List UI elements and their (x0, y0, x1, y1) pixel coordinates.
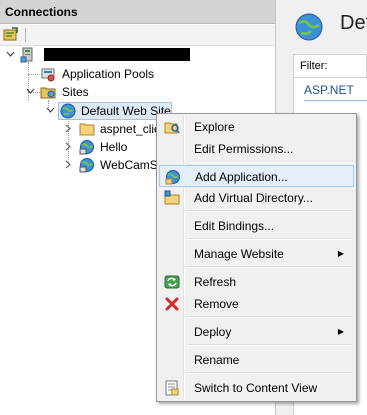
website-globe-icon (295, 13, 323, 41)
connections-toolbar (0, 25, 275, 46)
menu-separator (187, 316, 353, 318)
menu-item-remove[interactable]: Remove (159, 293, 354, 315)
menu-item-label: Rename (194, 353, 240, 367)
connect-icon[interactable] (3, 27, 18, 41)
menu-item-label: Add Virtual Directory... (194, 191, 313, 205)
menu-item-label: Add Application... (195, 170, 288, 184)
website-globe-icon (60, 103, 76, 119)
menu-separator (187, 161, 353, 163)
tree-item-hello[interactable]: Hello (0, 138, 156, 156)
submenu-arrow-icon: ▶ (337, 249, 344, 258)
menu-item-rename[interactable]: Rename (159, 349, 354, 371)
add-virtual-directory-icon (164, 190, 180, 205)
collapse-icon[interactable] (46, 106, 55, 115)
menu-item-label: Manage Website (194, 247, 284, 261)
submenu-arrow-icon: ▶ (337, 327, 344, 336)
menu-separator (187, 210, 353, 212)
section-divider (304, 100, 367, 101)
server-icon (20, 47, 33, 63)
folder-icon (79, 123, 95, 136)
collapse-icon[interactable] (26, 87, 35, 96)
toolbar-separator (25, 28, 26, 42)
collapse-icon[interactable] (6, 50, 15, 59)
expand-icon[interactable] (64, 142, 73, 151)
redacted-server-name (44, 48, 190, 61)
expand-icon[interactable] (64, 160, 73, 169)
expand-icon[interactable] (64, 124, 73, 133)
menu-item-deploy[interactable]: Deploy ▶ (159, 321, 354, 343)
section-heading: ASP.NET (304, 83, 354, 97)
menu-item-label: Edit Bindings... (194, 219, 275, 233)
explore-icon (164, 122, 180, 134)
menu-item-manage-website[interactable]: Manage Website ▶ (159, 243, 354, 265)
tree-item-application-pools[interactable]: Application Pools (0, 65, 270, 83)
filter-bar[interactable]: Filter: (293, 54, 367, 78)
tree-item-label: Hello (100, 140, 128, 154)
menu-separator (187, 344, 353, 346)
menu-item-label: Deploy (194, 325, 232, 339)
tree-item-server[interactable] (0, 46, 270, 64)
features-title: Def (340, 12, 367, 34)
application-icon (79, 158, 94, 173)
menu-item-label: Switch to Content View (194, 381, 318, 395)
filter-label: Filter: (300, 60, 328, 72)
menu-item-label: Refresh (194, 275, 237, 289)
add-application-icon (165, 170, 180, 185)
tree-item-label: WebCamSt (100, 158, 156, 172)
menu-item-label: Remove (194, 297, 239, 311)
tree-item-sites[interactable]: Sites (0, 83, 270, 101)
tree-item-label: Sites (62, 85, 89, 99)
tree-item-aspnet-client[interactable]: aspnet_clie (0, 120, 156, 138)
application-pools-icon (41, 68, 55, 82)
menu-item-label: Explore (194, 120, 235, 134)
tree-item-label: Application Pools (62, 67, 155, 81)
menu-item-add-virtual-directory[interactable]: Add Virtual Directory... (159, 187, 354, 209)
menu-item-add-application[interactable]: Add Application... (159, 165, 354, 187)
menu-item-label: Edit Permissions... (194, 142, 294, 156)
connections-title: Connections (0, 0, 275, 24)
application-icon (79, 140, 94, 155)
context-menu: Explore Edit Permissions... Add Applicat… (156, 113, 357, 402)
tree-item-label: aspnet_clie (100, 122, 156, 136)
menu-item-edit-permissions[interactable]: Edit Permissions... (159, 138, 354, 160)
content-view-icon (165, 380, 179, 396)
refresh-icon (164, 275, 180, 289)
menu-item-refresh[interactable]: Refresh (159, 271, 354, 293)
menu-item-explore[interactable]: Explore (159, 116, 354, 138)
sites-folder-icon (40, 87, 56, 99)
tree-item-webcamstream[interactable]: WebCamSt (0, 156, 156, 174)
menu-separator (187, 238, 353, 240)
menu-item-switch-to-content-view[interactable]: Switch to Content View (159, 377, 354, 399)
menu-separator (187, 266, 353, 268)
menu-item-edit-bindings[interactable]: Edit Bindings... (159, 215, 354, 237)
remove-icon (165, 297, 179, 311)
menu-separator (187, 372, 353, 374)
